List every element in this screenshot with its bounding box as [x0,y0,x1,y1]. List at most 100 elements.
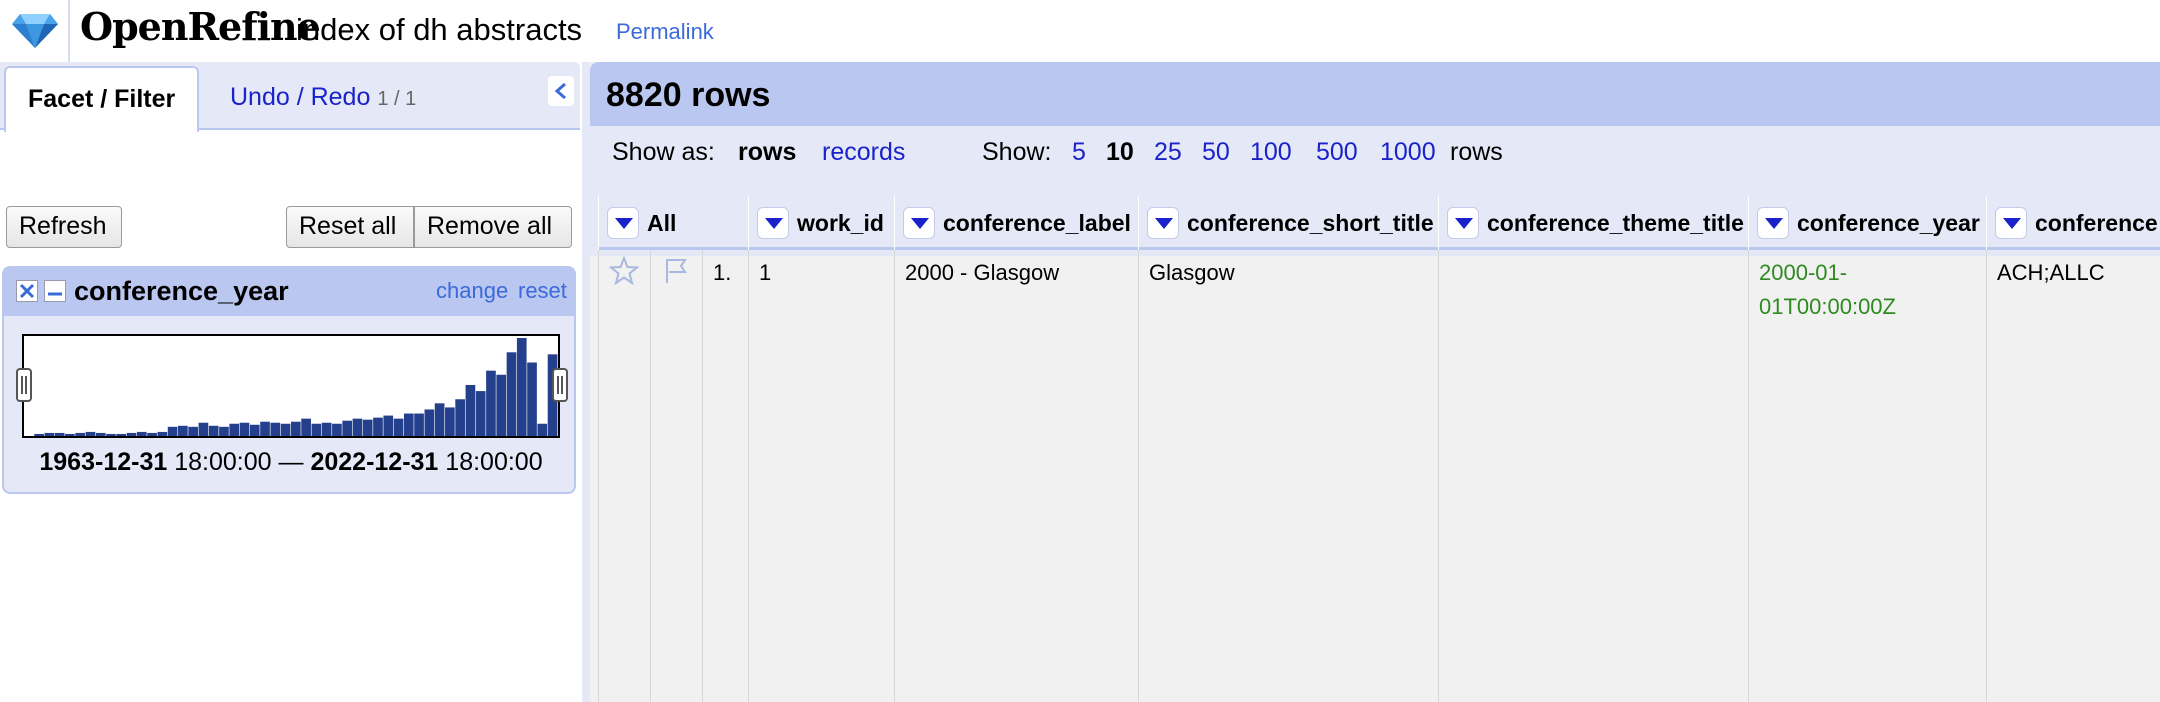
range-slider-left-handle[interactable] [16,368,32,402]
left-tabs-bar: Facet / Filter Undo / Redo 1 / 1 [0,62,580,132]
column-header-conference-short-title[interactable]: conference_short_title [1138,196,1438,250]
column-header-work-id[interactable]: work_id [748,196,894,250]
star-icon[interactable] [609,256,639,286]
column-menu-dropdown-icon[interactable] [1995,207,2027,239]
facet-header: conference_year change reset [4,268,574,316]
column-menu-dropdown-icon[interactable] [757,207,789,239]
tab-undo-redo-label: Undo / Redo [230,83,371,111]
page-size-25[interactable]: 25 [1154,138,1182,167]
histogram-bar [486,370,496,436]
histogram-bar [147,432,157,436]
flag-icon[interactable] [661,256,691,286]
cell-conference-theme-title[interactable] [1438,250,1748,702]
histogram-bar [496,374,507,436]
app-brand[interactable]: OpenRefine [80,4,321,49]
column-label: conference_theme_title [1487,210,1744,236]
histogram-bar [157,431,168,436]
range-separator: — [278,448,304,476]
data-table: All work_id conference_label conference_… [598,196,2160,702]
row-count: 8820 rows [606,76,771,114]
histogram-bar [54,432,65,436]
flag-cell[interactable] [650,250,702,702]
histogram-bar [95,432,106,436]
tab-facet-filter-label: Facet / Filter [28,85,176,113]
histogram-bar [239,422,250,436]
page-size-100[interactable]: 100 [1250,138,1292,167]
table-header: All work_id conference_label conference_… [598,196,2160,250]
left-panel: Facet / Filter Undo / Redo 1 / 1 Refresh… [0,62,580,702]
histogram-bar [116,433,127,436]
openrefine-diamond-icon[interactable] [10,10,60,50]
project-name[interactable]: index of dh abstracts [296,12,582,48]
column-label: conference_short_title [1187,210,1434,236]
range-to-time: 18:00:00 [445,448,543,476]
data-table-panel: 8820 rows Show as: rows records Show: 5 … [590,62,2160,702]
cell-work-id[interactable]: 1 [748,250,894,702]
summary-bar: 8820 rows [590,62,2160,126]
facet-title: conference_year [74,276,289,306]
histogram-bar [260,421,270,436]
column-menu-dropdown-icon[interactable] [903,207,935,239]
histogram-bar [537,423,548,436]
column-header-conference-theme-title[interactable]: conference_theme_title [1438,196,1748,250]
permalink-link[interactable]: Permalink [616,19,714,45]
app-header: OpenRefine index of dh abstracts Permali… [0,0,2160,62]
cell-conference-label[interactable]: 2000 - Glasgow [894,250,1138,702]
column-menu-dropdown-icon[interactable] [1757,207,1789,239]
chevron-left-icon [554,82,566,100]
column-header-conference-label[interactable]: conference_label [894,196,1138,250]
cell-conference[interactable]: ACH;ALLC [1986,250,2160,702]
facet-change-link[interactable]: change [436,278,508,304]
histogram-bar [229,423,240,436]
column-label: conference_label [943,210,1131,236]
histogram-bar [301,418,311,436]
show-as-rows[interactable]: rows [738,138,796,167]
column-header-all[interactable]: All [598,196,748,250]
facet-range-readout: 1963-12-31 18:00:00 — 2022-12-31 18:00:0… [4,448,578,477]
facet-conference-year: conference_year change reset 1963-12-31 … [2,266,576,494]
column-header-conference[interactable]: conference [1986,196,2160,250]
histogram-bar [455,399,465,436]
rows-suffix: rows [1450,138,1503,166]
range-to-date: 2022-12-31 [310,448,439,476]
collapse-panel-button[interactable] [548,76,574,106]
remove-all-button[interactable]: Remove all [414,206,572,248]
facet-minimize-button[interactable] [44,280,66,302]
histogram-bar [219,426,229,436]
histogram-bar [106,433,116,436]
tab-facet-filter[interactable]: Facet / Filter [4,66,200,132]
column-header-conference-year[interactable]: conference_year [1748,196,1986,250]
facet-remove-button[interactable] [16,280,38,302]
column-menu-dropdown-icon[interactable] [607,207,639,239]
page-size-50[interactable]: 50 [1202,138,1230,167]
column-menu-dropdown-icon[interactable] [1447,207,1479,239]
facet-histogram[interactable] [22,334,560,438]
histogram-bar [424,409,435,436]
table-row: 1. 1 2000 - Glasgow Glasgow 2000-01- 01T… [598,250,2160,702]
histogram-bar [85,431,96,436]
histogram-bar [332,423,342,436]
page-size-10[interactable]: 10 [1106,138,1134,167]
histogram-bar [291,421,301,436]
refresh-button[interactable]: Refresh [6,206,122,248]
column-label: work_id [797,210,884,236]
cell-conference-year[interactable]: 2000-01- 01T00:00:00Z [1748,250,1986,702]
page-size-500[interactable]: 500 [1316,138,1358,167]
range-slider-right-handle[interactable] [552,368,568,402]
star-cell[interactable] [598,250,650,702]
tab-undo-redo[interactable]: Undo / Redo 1 / 1 [208,66,438,132]
histogram-bar [75,432,86,436]
histogram-bar [414,413,424,436]
reset-all-button[interactable]: Reset all [286,206,414,248]
histogram-bar [65,433,75,436]
histogram-bar [403,413,414,436]
page-size-5[interactable]: 5 [1072,138,1086,167]
cell-conference-short-title[interactable]: Glasgow [1138,250,1438,702]
page-size-1000[interactable]: 1000 [1380,138,1436,167]
histogram-bar [373,417,383,436]
histogram-bar [445,407,455,436]
panel-splitter[interactable] [582,62,590,702]
facet-reset-link[interactable]: reset [518,278,567,304]
show-as-records[interactable]: records [822,138,905,167]
column-menu-dropdown-icon[interactable] [1147,207,1179,239]
